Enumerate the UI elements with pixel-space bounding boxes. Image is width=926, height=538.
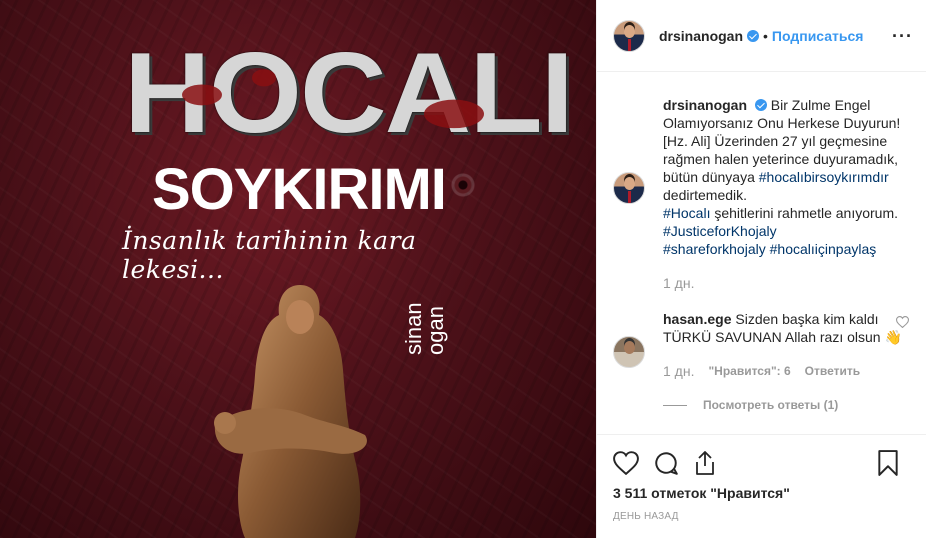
bookmark-icon [878,450,898,476]
caption-text-2: dedirtemedik. [663,187,748,203]
post-header: drsinanogan • Подписаться ··· [597,0,926,72]
share-icon [696,451,714,475]
verified-badge-icon [754,99,767,111]
post-timestamp[interactable]: ДЕНЬ НАЗАД [613,511,911,522]
poster-title: HOCALI [124,31,574,155]
save-button[interactable] [877,443,917,483]
mother-statue-image [214,285,367,538]
caption-time[interactable]: 1 дн. [663,274,694,292]
bullet-hole-graphic [448,172,478,198]
blood-splatter [182,84,222,106]
caption-comment: drsinanogan Bir Zulme Engel Olamıyorsanı… [613,96,911,292]
comment-body: hasan.ege Sizden başka kim kaldı TÜRKÜ S… [663,310,903,380]
action-icons-row [613,443,911,483]
signature-line-2: ogan [423,306,448,355]
caption-meta: 1 дн. [663,274,903,292]
view-replies-label: Посмотреть ответы (1) [703,398,839,412]
commenter-avatar[interactable] [613,336,645,368]
signature-line-1: sinan [401,302,426,355]
hashtag-link[interactable]: #Hocalı [663,205,710,221]
comment-username[interactable]: hasan.ege [663,311,731,327]
hashtag-link[interactable]: #shareforkhojaly [663,241,766,257]
verified-badge-icon [747,29,760,42]
heart-icon [613,451,639,475]
comments-section[interactable]: drsinanogan Bir Zulme Engel Olamıyorsanı… [597,72,926,434]
like-comment-heart-icon[interactable] [896,316,909,328]
post-actions: 3 511 отметок "Нравится" ДЕНЬ НАЗАД [597,434,926,538]
hashtag-link[interactable]: #hocalıbirsoykırımdır [759,169,889,185]
hashtag-link[interactable]: #JusticeforKhojaly [663,223,777,239]
author-avatar[interactable] [613,19,645,52]
replies-divider-line [663,404,687,406]
caption-username[interactable]: drsinanogan [663,97,747,113]
more-icon[interactable]: ··· [892,26,913,47]
post-side-panel: drsinanogan • Подписаться ··· drsinanoga… [596,0,926,538]
caption-body: drsinanogan Bir Zulme Engel Olamıyorsanı… [663,96,903,292]
poster-signature: sinan ogan [401,302,483,355]
comment-time[interactable]: 1 дн. [663,362,694,380]
blood-splatter [424,99,484,129]
poster-subtitle: SOYKIRIMI [152,157,447,222]
reply-button[interactable]: Ответить [805,362,860,380]
header-separator: • [763,27,768,44]
comment-icon [655,452,678,475]
like-button[interactable] [613,443,653,483]
caption-text-3: şehitlerini rahmetle anıyorum. [710,205,898,221]
comment-meta: 1 дн. "Нравится": 6 Ответить [663,362,903,380]
follow-button[interactable]: Подписаться [772,28,864,44]
hashtag-link[interactable]: #hocalıiçinpaylaş [770,241,877,257]
author-username[interactable]: drsinanogan [659,28,743,44]
share-button[interactable] [693,443,733,483]
post-image[interactable]: HOCALI SOYKIRIMI İnsanlık tarihinin kara… [0,0,596,538]
view-replies-button[interactable]: Посмотреть ответы (1) [663,398,911,412]
likes-count[interactable]: 3 511 отметок "Нравится" [613,485,911,501]
blood-splatter [252,69,276,87]
comment-item: hasan.ege Sizden başka kim kaldı TÜRKÜ S… [613,310,911,380]
comment-likes[interactable]: "Нравится": 6 [708,362,790,380]
comment-button[interactable] [653,443,693,483]
caption-avatar[interactable] [613,172,645,204]
